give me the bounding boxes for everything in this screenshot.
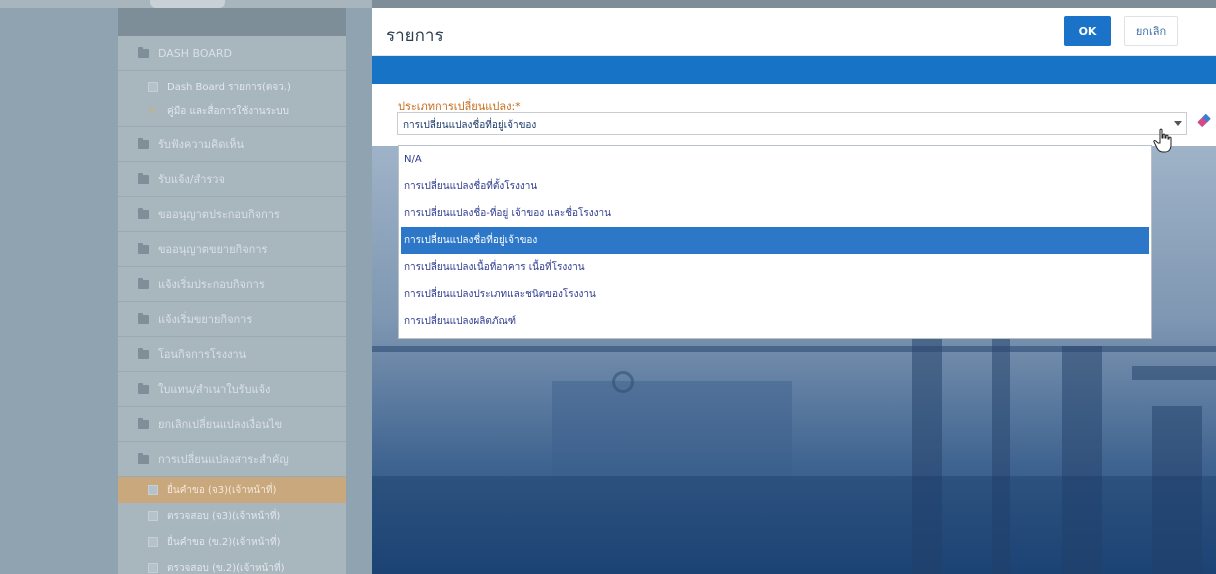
sidebar-item-manual[interactable]: ✎ คู่มือ และสื่อการใช้งานระบบ <box>118 97 346 127</box>
cancel-button[interactable]: ยกเลิก <box>1124 16 1178 46</box>
option-building-area[interactable]: การเปลี่ยนแปลงเนื้อที่อาคาร เนื้อที่โรงง… <box>399 254 1151 281</box>
ok-button[interactable]: OK <box>1064 16 1111 46</box>
document-icon <box>148 537 158 547</box>
sidebar-gutter <box>346 8 372 574</box>
sidebar-item-check-j3[interactable]: ตรวจสอบ (จ3)(เจ้าหน้าที่) <box>118 503 346 529</box>
sidebar-item-label: ยื่นคำขอ (จ3)(เจ้าหน้าที่) <box>167 484 277 496</box>
option-owner-name-address[interactable]: การเปลี่ยนแปลงชื่อที่อยู่เจ้าของ <box>401 227 1149 254</box>
left-margin <box>0 8 118 574</box>
sidebar-group-start[interactable]: แจ้งเริ่มประกอบกิจการ <box>118 267 346 302</box>
sidebar-item-dashboard-list[interactable]: Dash Board รายการ(ตจว.) <box>118 71 346 97</box>
folder-icon <box>138 347 149 359</box>
dialog-header: รายการ OK ยกเลิก <box>372 8 1216 56</box>
dialog-band <box>372 56 1216 84</box>
sidebar-group-dashboard[interactable]: DASH BOARD <box>118 36 346 71</box>
sidebar-group-cancel-condition[interactable]: ยกเลิกเปลี่ยนแปลงเงื่อนไข <box>118 407 346 442</box>
document-icon <box>148 485 158 495</box>
sidebar-group-label: โอนกิจการโรงงาน <box>158 348 247 361</box>
sidebar-group-label: การเปลี่ยนแปลงสาระสำคัญ <box>158 453 289 466</box>
sidebar-group-feedback[interactable]: รับฟังความคิดเห็น <box>118 127 346 162</box>
folder-icon <box>138 452 149 464</box>
folder-icon <box>138 417 149 429</box>
change-type-dropdown: N/A การเปลี่ยนแปลงชื่อที่ตั้งโรงงาน การเ… <box>398 145 1152 339</box>
sidebar-item-submit-k2[interactable]: ยื่นคำขอ (ข.2)(เจ้าหน้าที่) <box>118 529 346 555</box>
sidebar-group-transfer[interactable]: โอนกิจการโรงงาน <box>118 337 346 372</box>
sidebar-group-label: ขออนุญาตประกอบกิจการ <box>158 208 280 221</box>
folder-icon <box>138 277 149 289</box>
chevron-down-icon[interactable] <box>1174 121 1182 126</box>
top-strip <box>0 0 372 8</box>
sidebar-group-copy[interactable]: ใบแทน/สำเนาใบรับแจ้ง <box>118 372 346 407</box>
sidebar-group-label: ขออนุญาตขยายกิจการ <box>158 243 268 256</box>
eraser-icon[interactable] <box>1197 113 1211 128</box>
sidebar-group-start-expand[interactable]: แจ้งเริ่มขยายกิจการ <box>118 302 346 337</box>
folder-icon <box>138 207 149 219</box>
sidebar-group-expand[interactable]: ขออนุญาตขยายกิจการ <box>118 232 346 267</box>
sidebar-item-label: คู่มือ และสื่อการใช้งานระบบ <box>167 106 290 117</box>
sidebar-item-label: ยื่นคำขอ (ข.2)(เจ้าหน้าที่) <box>167 536 281 548</box>
sidebar-item-submit-j3[interactable]: ยื่นคำขอ (จ3)(เจ้าหน้าที่) <box>118 477 346 503</box>
selection-dialog: รายการ OK ยกเลิก ประเภทการเปลี่ยนแปลง:* … <box>372 8 1216 574</box>
option-product[interactable]: การเปลี่ยนแปลงผลิตภัณฑ์ <box>399 308 1151 335</box>
option-na[interactable]: N/A <box>399 146 1151 173</box>
folder-icon <box>138 46 149 58</box>
folder-icon <box>138 242 149 254</box>
top-tab <box>150 0 225 8</box>
sidebar: DASH BOARD Dash Board รายการ(ตจว.) ✎ คู่… <box>118 36 346 574</box>
option-factory-location-name[interactable]: การเปลี่ยนแปลงชื่อที่ตั้งโรงงาน <box>399 173 1151 200</box>
sidebar-group-survey[interactable]: รับแจ้ง/สำรวจ <box>118 162 346 197</box>
sidebar-group-label: DASH BOARD <box>158 46 233 60</box>
sidebar-item-label: ตรวจสอบ (ข.2)(เจ้าหน้าที่) <box>167 562 285 574</box>
edit-icon: ✎ <box>148 106 157 117</box>
sidebar-group-label: ใบแทน/สำเนาใบรับแจ้ง <box>158 383 271 396</box>
document-icon <box>148 511 158 521</box>
sidebar-group-label: ยกเลิกเปลี่ยนแปลงเงื่อนไข <box>158 418 283 431</box>
folder-icon <box>138 382 149 394</box>
sidebar-group-label: รับแจ้ง/สำรวจ <box>158 173 225 186</box>
folder-icon <box>138 312 149 324</box>
hand-pointer-icon <box>1153 128 1172 153</box>
change-type-select[interactable]: การเปลี่ยนแปลงชื่อที่อยู่เจ้าของ <box>397 112 1211 135</box>
document-icon <box>148 82 158 92</box>
sidebar-item-check-k2[interactable]: ตรวจสอบ (ข.2)(เจ้าหน้าที่) <box>118 555 346 574</box>
option-factory-type[interactable]: การเปลี่ยนแปลงประเภทและชนิดของโรงงาน <box>399 281 1151 308</box>
dialog-title: รายการ <box>386 26 444 46</box>
sidebar-group-label: แจ้งเริ่มขยายกิจการ <box>158 313 253 326</box>
sidebar-group-major-change[interactable]: การเปลี่ยนแปลงสาระสำคัญ <box>118 442 346 477</box>
sidebar-group-label: รับฟังความคิดเห็น <box>158 138 245 151</box>
select-value: การเปลี่ยนแปลงชื่อที่อยู่เจ้าของ <box>403 120 537 131</box>
document-icon <box>148 563 158 573</box>
folder-icon <box>138 137 149 149</box>
folder-icon <box>138 172 149 184</box>
sidebar-item-label: Dash Board รายการ(ตจว.) <box>167 81 291 93</box>
sidebar-group-label: แจ้งเริ่มประกอบกิจการ <box>158 278 265 291</box>
option-name-address-owner-factory[interactable]: การเปลี่ยนแปลงชื่อ-ที่อยู่ เจ้าของ และชื… <box>399 200 1151 227</box>
sidebar-group-license[interactable]: ขออนุญาตประกอบกิจการ <box>118 197 346 232</box>
form-area: ประเภทการเปลี่ยนแปลง:* การเปลี่ยนแปลงชื่… <box>372 84 1216 146</box>
sidebar-item-label: ตรวจสอบ (จ3)(เจ้าหน้าที่) <box>167 510 281 522</box>
